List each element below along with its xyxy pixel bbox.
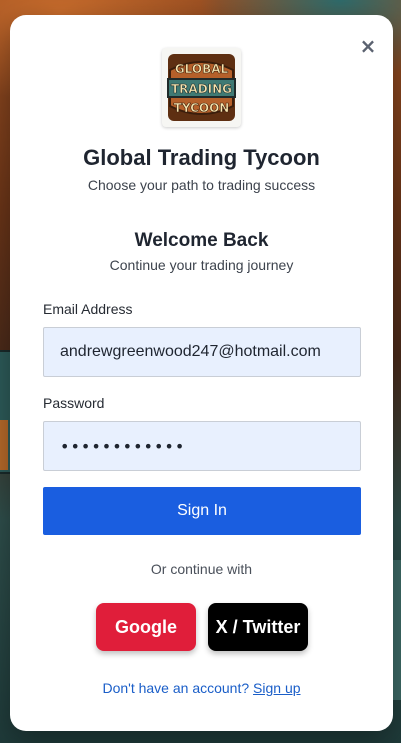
close-icon[interactable]: × bbox=[359, 36, 377, 56]
background-building bbox=[0, 420, 8, 470]
twitter-login-button[interactable]: X / Twitter bbox=[208, 603, 308, 651]
logo-line-1: GLOBAL bbox=[175, 62, 229, 76]
google-login-button[interactable]: Google bbox=[96, 603, 196, 651]
social-divider-text: Or continue with bbox=[150, 561, 253, 577]
sign-up-link[interactable]: Sign up bbox=[253, 680, 300, 696]
login-modal: × GLOBAL TRADING TYCOON Global Trading T… bbox=[10, 15, 393, 731]
signup-prompt: Don't have an account? Sign up bbox=[10, 680, 393, 696]
welcome-subheading: Continue your trading journey bbox=[109, 257, 294, 273]
email-label: Email Address bbox=[43, 301, 133, 317]
global-trading-tycoon-logo-icon: GLOBAL TRADING TYCOON bbox=[167, 54, 236, 121]
logo-line-2: TRADING bbox=[171, 82, 232, 96]
logo-line-3: TYCOON bbox=[174, 101, 230, 115]
app-logo: GLOBAL TRADING TYCOON bbox=[162, 48, 241, 127]
password-label: Password bbox=[43, 395, 105, 411]
app-subtitle: Choose your path to trading success bbox=[87, 177, 316, 193]
welcome-heading: Welcome Back bbox=[134, 230, 269, 251]
signup-prompt-text: Don't have an account? bbox=[102, 680, 250, 696]
password-field[interactable] bbox=[43, 421, 361, 471]
email-field[interactable] bbox=[43, 327, 361, 377]
app-title: Global Trading Tycoon bbox=[83, 145, 320, 170]
sign-in-button[interactable]: Sign In bbox=[43, 487, 361, 535]
